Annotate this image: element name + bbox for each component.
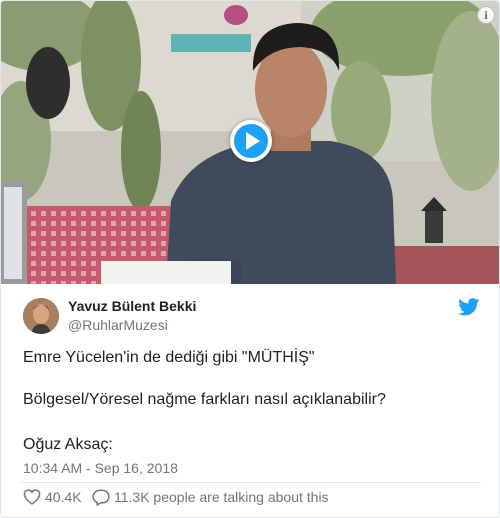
like-count: 40.4K: [45, 489, 82, 505]
author-name[interactable]: Yavuz Bülent Bekki: [68, 298, 196, 314]
tweet-text-line: Bölgesel/Yöresel nağme farkları nasıl aç…: [23, 391, 386, 408]
play-icon: [246, 132, 260, 150]
conversation-link[interactable]: 11.3K people are talking about this: [92, 488, 329, 506]
reply-bubble-icon: [92, 489, 110, 506]
tweet-text-line: Oğuz Aksaç:: [23, 436, 113, 453]
info-icon[interactable]: i: [477, 6, 495, 24]
twitter-bird-icon[interactable]: [458, 298, 480, 316]
tweet-text-line: Emre Yücelen'in de dediği gibi "MÜTHİŞ": [23, 349, 315, 366]
play-button[interactable]: [230, 120, 272, 162]
author-avatar[interactable]: [23, 298, 59, 334]
author-handle[interactable]: @RuhlarMuzesi: [68, 317, 168, 333]
conversation-count: 11.3K people are talking about this: [114, 489, 329, 505]
like-button[interactable]: 40.4K: [23, 488, 82, 506]
tweet-timestamp[interactable]: 10:34 AM - Sep 16, 2018: [23, 460, 178, 476]
embedded-tweet-card: i Yavuz Bülent Bekki @RuhlarMuzesi Emre …: [0, 0, 500, 518]
divider: [21, 482, 481, 483]
heart-icon: [23, 489, 41, 505]
video-thumbnail[interactable]: i: [1, 1, 499, 284]
